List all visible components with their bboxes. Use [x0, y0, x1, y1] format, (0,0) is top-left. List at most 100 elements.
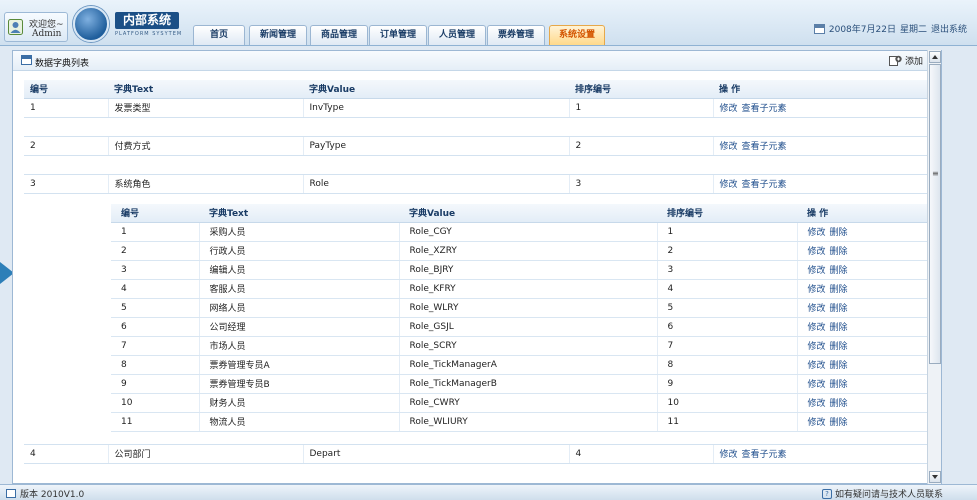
cell-actions: 修改 查看子元素: [712, 97, 938, 118]
tab-news[interactable]: 新闻管理: [249, 25, 307, 45]
cell-order: 1: [656, 222, 797, 242]
cell-text: 财务人员: [198, 393, 399, 413]
edit-link[interactable]: 修改: [720, 104, 738, 114]
edit-link[interactable]: 修改: [808, 342, 826, 352]
cell-actions: 修改 删除: [796, 317, 937, 337]
logout-link[interactable]: 退出系统: [931, 22, 967, 35]
table-row: 1 发票类型 InvType 1 修改 查看子元素: [24, 97, 938, 118]
vertical-scrollbar[interactable]: ≡: [927, 50, 941, 484]
cell-value: InvType: [302, 97, 569, 118]
subtable-row: 9 票券管理专员B Role_TickManagerB 9 修改 删除: [111, 374, 937, 394]
cell-value: Role_GSJL: [398, 317, 657, 337]
tab-tickets[interactable]: 票券管理: [487, 25, 545, 45]
cell-actions: 修改 删除: [796, 336, 937, 356]
subtable-row: 3 编辑人员 Role_BJRY 3 修改 删除: [111, 260, 937, 280]
col-header-value: 字典Value: [303, 80, 569, 99]
scrollbar-thumb[interactable]: ≡: [929, 64, 941, 364]
view-children-link[interactable]: 查看子元素: [742, 450, 787, 460]
cell-id: 10: [111, 393, 199, 413]
scroll-up-arrow-icon[interactable]: [929, 51, 941, 63]
cell-id: 2: [111, 241, 199, 261]
tab-orders[interactable]: 订单管理: [369, 25, 427, 45]
spacer-row: [24, 154, 938, 175]
cell-id: 9: [111, 374, 199, 394]
contact-info: ? 如有疑问请与技术人员联系: [821, 487, 943, 500]
subtable-row: 1 采购人员 Role_CGY 1 修改 删除: [111, 222, 937, 242]
edit-link[interactable]: 修改: [808, 247, 826, 257]
user-info: 欢迎您~ Admin: [4, 12, 68, 42]
edit-link[interactable]: 修改: [720, 142, 738, 152]
dictionary-panel: 数据字典列表 添加 编号 字典Text 字典Value 排序编号 操 作 1 发…: [12, 50, 942, 484]
delete-link[interactable]: 删除: [830, 323, 848, 333]
edit-link[interactable]: 修改: [808, 323, 826, 333]
cell-actions: 修改 删除: [796, 355, 937, 375]
delete-link[interactable]: 删除: [830, 361, 848, 371]
cell-actions: 修改 删除: [796, 412, 937, 432]
edit-link[interactable]: 修改: [808, 266, 826, 276]
tab-settings[interactable]: 系统设置: [549, 25, 605, 45]
delete-link[interactable]: 删除: [830, 304, 848, 314]
cell-id: 5: [111, 298, 199, 318]
add-button[interactable]: 添加: [888, 54, 923, 67]
cell-order: 3: [656, 260, 797, 280]
view-children-link[interactable]: 查看子元素: [742, 180, 787, 190]
sub-col-header-id: 编号: [111, 204, 199, 223]
edit-link[interactable]: 修改: [808, 228, 826, 238]
version-text: 版本 2010V1.0: [20, 490, 85, 500]
window-icon: [6, 489, 16, 498]
role-subtable: 编号 字典Text 字典Value 排序编号 操 作 1 采购人员 Role_CGY…: [111, 204, 937, 432]
cell-text: 物流人员: [198, 412, 399, 432]
col-header-text: 字典Text: [108, 80, 303, 99]
edit-link[interactable]: 修改: [808, 304, 826, 314]
edit-link[interactable]: 修改: [808, 418, 826, 428]
cell-actions: 修改 删除: [796, 260, 937, 280]
edit-link[interactable]: 修改: [808, 399, 826, 409]
cell-text: 发票类型: [107, 97, 303, 118]
table-row: 2 付费方式 PayType 2 修改 查看子元素: [24, 135, 938, 156]
edit-link[interactable]: 修改: [720, 450, 738, 460]
subtable-row: 8 票券管理专员A Role_TickManagerA 8 修改 删除: [111, 355, 937, 375]
view-children-link[interactable]: 查看子元素: [742, 142, 787, 152]
table-header-row: 编号 字典Text 字典Value 排序编号 操 作: [24, 80, 938, 99]
cell-value: Role_CGY: [398, 222, 657, 242]
delete-link[interactable]: 删除: [830, 399, 848, 409]
footer-bar: 版本 2010V1.0 ? 如有疑问请与技术人员联系: [0, 484, 977, 500]
cell-id: 7: [111, 336, 199, 356]
cell-text: 客服人员: [198, 279, 399, 299]
delete-link[interactable]: 删除: [830, 418, 848, 428]
subtable-row: 4 客服人员 Role_KFRY 4 修改 删除: [111, 279, 937, 299]
cell-value: Role_KFRY: [398, 279, 657, 299]
view-children-link[interactable]: 查看子元素: [742, 104, 787, 114]
delete-link[interactable]: 删除: [830, 380, 848, 390]
edit-link[interactable]: 修改: [720, 180, 738, 190]
cell-value: Role_CWRY: [398, 393, 657, 413]
cell-value: Role_WLIURY: [398, 412, 657, 432]
cell-actions: 修改 查看子元素: [712, 135, 938, 156]
delete-link[interactable]: 删除: [830, 266, 848, 276]
cell-actions: 修改 删除: [796, 279, 937, 299]
cell-actions: 修改 删除: [796, 298, 937, 318]
cell-value: Role: [302, 173, 569, 194]
scroll-down-arrow-icon[interactable]: [929, 471, 941, 483]
spacer-row: [24, 116, 938, 137]
edit-link[interactable]: 修改: [808, 285, 826, 295]
delete-link[interactable]: 删除: [830, 342, 848, 352]
tab-products[interactable]: 商品管理: [310, 25, 368, 45]
version-info: 版本 2010V1.0: [6, 487, 84, 500]
delete-link[interactable]: 删除: [830, 247, 848, 257]
contact-text: 如有疑问请与技术人员联系: [834, 490, 943, 500]
edit-link[interactable]: 修改: [808, 361, 826, 371]
delete-link[interactable]: 删除: [830, 228, 848, 238]
tab-home[interactable]: 首页: [193, 25, 245, 45]
user-icon: [8, 19, 23, 35]
cell-actions: 修改 查看子元素: [712, 173, 938, 194]
cell-order: 11: [656, 412, 797, 432]
tab-staff[interactable]: 人员管理: [428, 25, 486, 45]
cell-order: 10: [656, 393, 797, 413]
cell-order: 6: [656, 317, 797, 337]
delete-link[interactable]: 删除: [830, 285, 848, 295]
cell-id: 2: [24, 135, 108, 156]
cell-id: 4: [111, 279, 199, 299]
edit-link[interactable]: 修改: [808, 380, 826, 390]
cell-order: 4: [568, 443, 713, 464]
